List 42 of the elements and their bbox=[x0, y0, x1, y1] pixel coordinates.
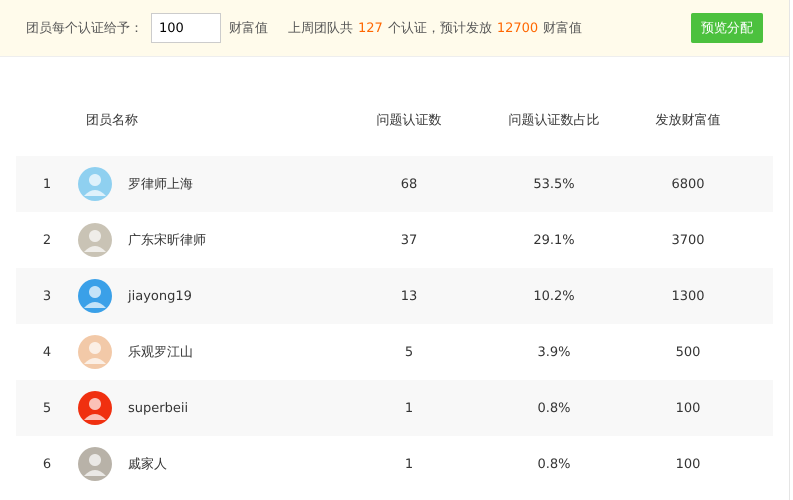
amount-input[interactable]: 100 bbox=[151, 13, 221, 43]
summary-text: 个认证，预计发放 bbox=[388, 20, 492, 37]
rank-cell-text: 1 bbox=[42, 176, 52, 192]
member-name: jiayong19 bbox=[128, 288, 193, 304]
summary-text: 上周团队共 bbox=[288, 20, 353, 37]
rank-cell-text: 4 bbox=[42, 344, 52, 360]
certification-count: 127 bbox=[358, 20, 383, 36]
table-cell-text: 29.1% bbox=[532, 232, 576, 248]
member-name: 广东宋昕律师 bbox=[128, 232, 207, 249]
column-header: 问题认证数占比 bbox=[508, 112, 600, 129]
member-name: 戚家人 bbox=[128, 456, 168, 473]
table-cell-text: 6800 bbox=[670, 176, 706, 192]
table-cell-text: 5 bbox=[404, 344, 414, 360]
table-cell-text: 1 bbox=[404, 400, 414, 416]
table-cell-text: 53.5% bbox=[532, 176, 576, 192]
column-header: 团员名称 bbox=[86, 112, 139, 129]
table-cell-text: 100 bbox=[674, 456, 702, 472]
table-cell-text: 13 bbox=[400, 288, 418, 304]
table-cell-text: 3.9% bbox=[536, 344, 572, 360]
table-cell-text: 1300 bbox=[670, 288, 706, 304]
member-name: 乐观罗江山 bbox=[128, 344, 194, 361]
summary-text: 财富值 bbox=[543, 20, 582, 37]
rank-cell-text: 5 bbox=[42, 400, 52, 416]
table-cell-text: 500 bbox=[674, 344, 702, 360]
unit-label: 财富值 bbox=[229, 20, 268, 37]
table-cell-text: 0.8% bbox=[536, 400, 572, 416]
table-cell-text: 68 bbox=[400, 176, 418, 192]
table-cell-text: 3700 bbox=[670, 232, 706, 248]
total-wealth: 12700 bbox=[496, 20, 538, 36]
table-cell-text: 1 bbox=[404, 456, 414, 472]
column-header: 问题认证数 bbox=[376, 112, 442, 129]
table-cell-text: 100 bbox=[674, 400, 702, 416]
table-cell-text: 0.8% bbox=[536, 456, 572, 472]
allocation-label: 团员每个认证给予： bbox=[26, 20, 143, 37]
rank-cell-text: 6 bbox=[42, 456, 52, 472]
rank-cell-text: 3 bbox=[42, 288, 52, 304]
rank-cell-text: 2 bbox=[42, 232, 52, 248]
table-cell-text: 10.2% bbox=[532, 288, 576, 304]
column-header: 发放财富值 bbox=[654, 112, 722, 129]
member-name: superbeii bbox=[128, 400, 190, 416]
table-cell-text: 37 bbox=[400, 232, 418, 248]
member-name: 罗律师上海 bbox=[128, 176, 194, 193]
